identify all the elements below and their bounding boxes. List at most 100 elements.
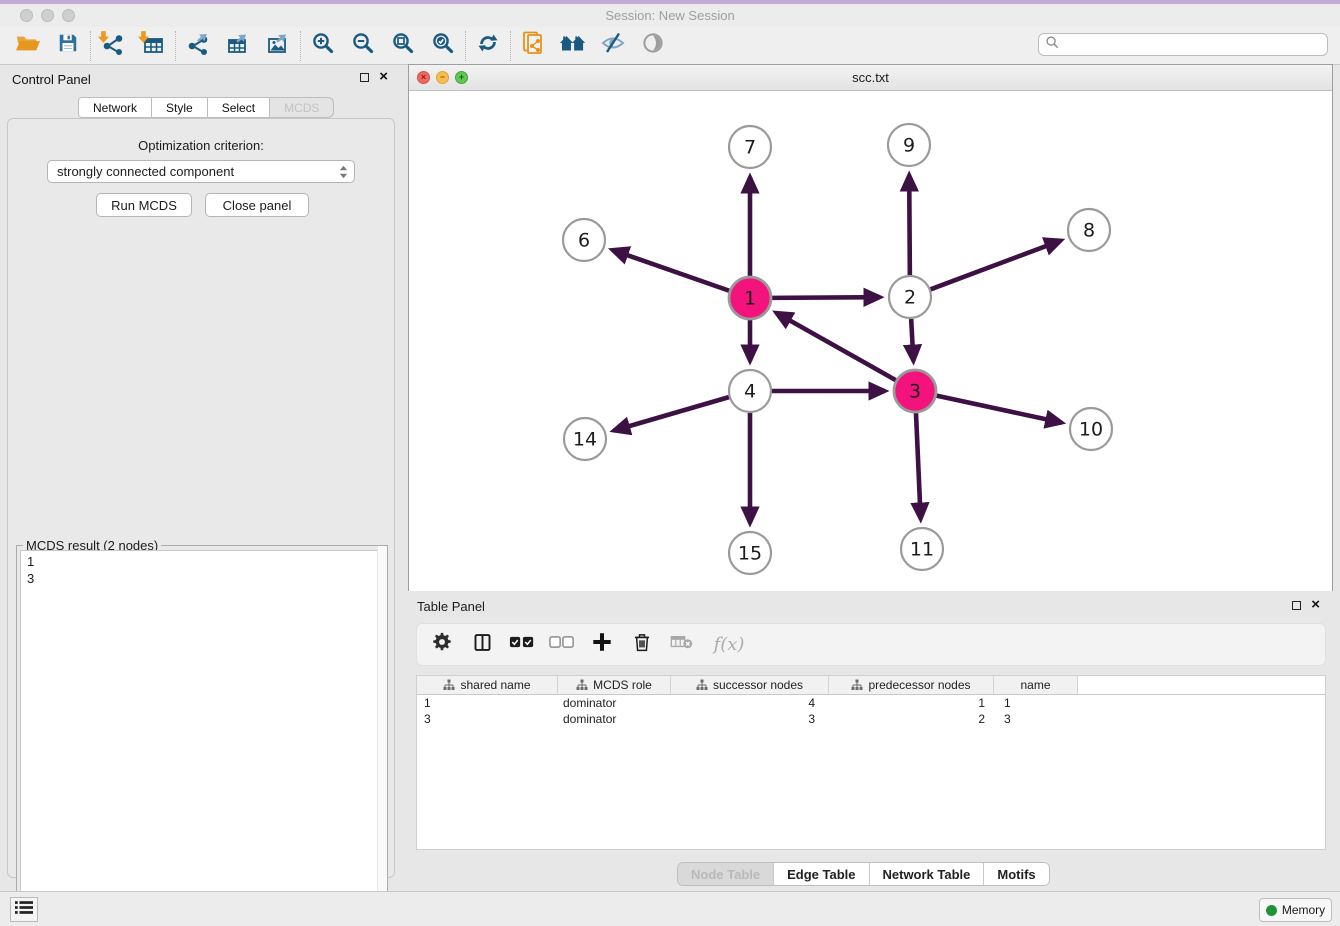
network-view-window: × − + scc.txt 7968124314101511	[408, 64, 1333, 591]
run-mcds-button[interactable]: Run MCDS	[96, 193, 192, 217]
column-header-shared-name[interactable]: shared name	[417, 676, 558, 695]
graph-edge-1-6[interactable]	[612, 250, 729, 291]
add-column-button[interactable]	[589, 631, 615, 659]
import-network-button[interactable]	[93, 30, 133, 62]
table-tabs: Node Table Edge Table Network Table Moti…	[677, 862, 1050, 886]
graph-edge-3-10[interactable]	[937, 396, 1062, 423]
search-box[interactable]	[1038, 33, 1328, 56]
mcds-result-text[interactable]: 1 3	[20, 550, 384, 921]
node-table[interactable]: shared name MCDS role successor nodes pr…	[416, 675, 1326, 850]
edge-label-mark	[825, 296, 835, 299]
column-header-successor-nodes[interactable]: successor nodes	[671, 676, 829, 695]
zoom-out-button[interactable]	[343, 30, 383, 62]
toolbar-separator	[175, 31, 176, 61]
zoom-selected-button[interactable]	[423, 30, 463, 62]
delete-column-button[interactable]	[629, 631, 655, 659]
graph-node-label-7: 7	[744, 137, 756, 159]
graph-node-label-11: 11	[910, 539, 934, 561]
show-all-button[interactable]	[633, 30, 673, 62]
hierarchy-icon	[576, 679, 588, 691]
optimization-criterion-label: Optimization criterion:	[8, 138, 394, 153]
graph-node-label-4: 4	[744, 381, 756, 403]
control-panel: Control Panel × Network Style Select MCD…	[2, 66, 400, 880]
save-session-button[interactable]	[48, 30, 88, 62]
graph-node-label-6: 6	[578, 230, 590, 252]
graph-edge-3-1[interactable]	[776, 313, 896, 380]
import-table-button[interactable]	[133, 30, 173, 62]
network-canvas[interactable]: 7968124314101511	[409, 91, 1332, 591]
export-table-button[interactable]	[218, 30, 258, 62]
graph-node-label-10: 10	[1079, 419, 1103, 441]
delete-table-icon	[670, 634, 694, 655]
table-settings-button[interactable]	[429, 631, 455, 659]
export-image-button[interactable]	[258, 30, 298, 62]
mcds-panel-body: Optimization criterion: strongly connect…	[7, 118, 395, 878]
save-floppy-icon	[57, 32, 79, 59]
zoom-in-button[interactable]	[303, 30, 343, 62]
column-pane-button[interactable]	[469, 631, 495, 659]
clone-network-button[interactable]	[513, 30, 553, 62]
eye-slash-icon	[600, 31, 626, 60]
tab-select[interactable]: Select	[208, 97, 270, 118]
unchecked-boxes-icon	[549, 635, 575, 654]
task-history-button[interactable]	[10, 897, 38, 922]
float-panel-icon[interactable]	[1292, 601, 1301, 610]
tab-edge-table[interactable]: Edge Table	[773, 863, 868, 885]
toolbar-separator	[465, 31, 466, 61]
tab-network[interactable]: Network	[78, 97, 152, 118]
float-panel-icon[interactable]	[360, 73, 369, 82]
graph-node-label-9: 9	[903, 135, 915, 157]
hide-selected-button[interactable]	[593, 30, 633, 62]
memory-label: Memory	[1282, 903, 1325, 917]
hierarchy-icon	[443, 679, 455, 691]
status-bar: Memory	[0, 891, 1340, 926]
table-header-filler	[1078, 676, 1325, 695]
zoom-selected-icon	[431, 31, 455, 60]
close-panel-button[interactable]: Close panel	[205, 193, 309, 217]
fx-icon: f(x)	[714, 634, 745, 655]
mcds-result-scrollbar[interactable]	[377, 546, 387, 924]
optimization-criterion-select[interactable]: strongly connected component	[47, 160, 355, 183]
tab-network-table[interactable]: Network Table	[869, 863, 984, 885]
memory-button[interactable]: Memory	[1259, 898, 1332, 922]
export-image-icon	[266, 31, 290, 60]
table-panel: Table Panel ×	[408, 595, 1334, 886]
toolbar-separator	[510, 31, 511, 61]
tab-node-table[interactable]: Node Table	[678, 863, 773, 885]
network-window-title: scc.txt	[409, 70, 1332, 85]
export-network-button[interactable]	[178, 30, 218, 62]
network-window-titlebar[interactable]: × − + scc.txt	[409, 65, 1332, 91]
graph-edge-2-3[interactable]	[911, 319, 913, 361]
session-title: Session: New Session	[0, 8, 1340, 23]
graph-edge-4-14[interactable]	[614, 397, 729, 430]
graph-node-label-1: 1	[744, 288, 756, 310]
close-panel-icon[interactable]: ×	[1311, 600, 1320, 610]
tab-mcds[interactable]: MCDS	[270, 97, 334, 118]
table-row[interactable]: 1 dominator 4 1 1	[417, 695, 1325, 711]
edge-label-mark	[828, 390, 838, 393]
graph-edge-2-8[interactable]	[931, 241, 1061, 290]
close-panel-icon[interactable]: ×	[379, 72, 388, 82]
graph-edge-3-11[interactable]	[916, 413, 921, 519]
zoom-fit-button[interactable]	[383, 30, 423, 62]
select-all-button[interactable]	[509, 631, 535, 659]
delete-table-button[interactable]	[669, 631, 695, 659]
tab-motifs[interactable]: Motifs	[983, 863, 1048, 885]
app-titlebar: Session: New Session	[0, 4, 1340, 27]
control-panel-tabs: Network Style Select MCDS	[78, 97, 334, 118]
hierarchy-icon	[696, 679, 708, 691]
open-session-button[interactable]	[8, 30, 48, 62]
graph-edge-2-9[interactable]	[909, 175, 910, 275]
tab-style[interactable]: Style	[152, 97, 208, 118]
column-header-predecessor-nodes[interactable]: predecessor nodes	[829, 676, 994, 695]
deselect-all-button[interactable]	[549, 631, 575, 659]
apply-function-button[interactable]: f(x)	[709, 631, 749, 659]
table-header-row: shared name MCDS role successor nodes pr…	[417, 676, 1325, 695]
refresh-layout-button[interactable]	[468, 30, 508, 62]
export-network-icon	[186, 31, 210, 60]
search-input[interactable]	[1060, 36, 1327, 54]
column-header-mcds-role[interactable]: MCDS role	[558, 676, 671, 695]
column-header-name[interactable]: name	[994, 676, 1078, 695]
table-row[interactable]: 3 dominator 3 2 3	[417, 711, 1325, 727]
navigator-homes-button[interactable]	[553, 30, 593, 62]
